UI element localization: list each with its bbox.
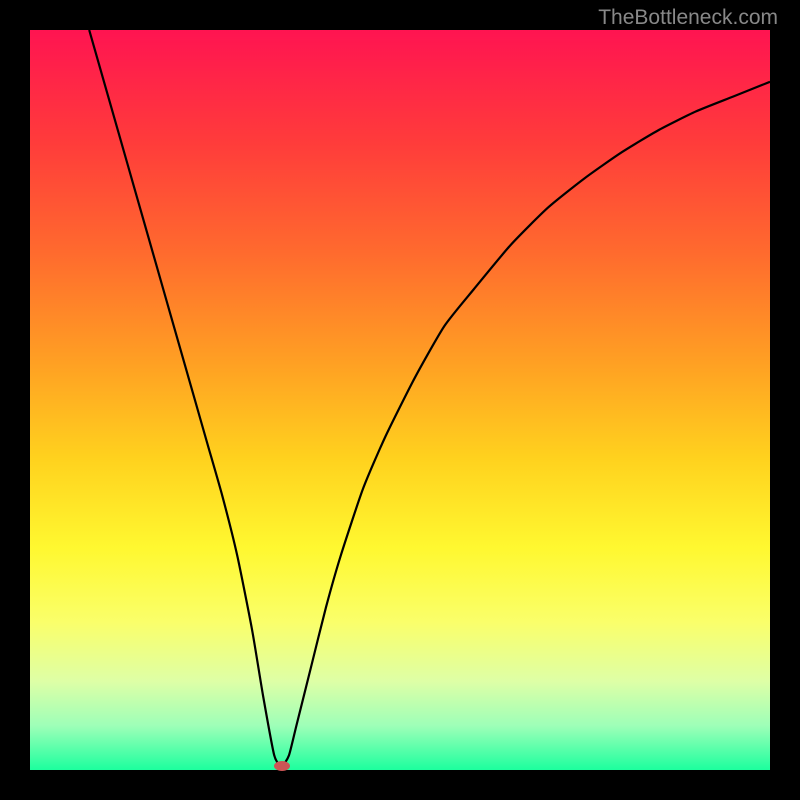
chart-container: TheBottleneck.com	[0, 0, 800, 800]
watermark-text: TheBottleneck.com	[598, 6, 778, 30]
curve-line	[30, 30, 770, 770]
plot-area	[30, 30, 770, 770]
minimum-marker	[274, 761, 290, 771]
